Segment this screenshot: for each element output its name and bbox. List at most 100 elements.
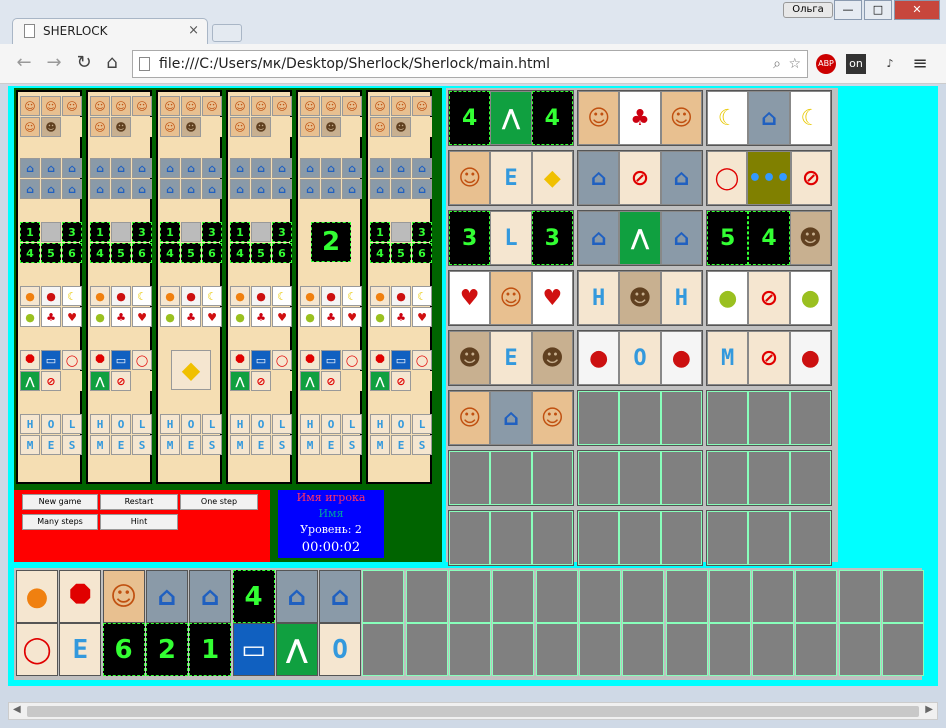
number-tile[interactable]: 6 <box>132 243 152 263</box>
number-tile[interactable]: 4 <box>370 243 390 263</box>
bus-sign-icon[interactable]: ▭ <box>111 350 131 370</box>
letter-tile[interactable]: O <box>321 414 341 434</box>
woman-icon[interactable]: ☺ <box>272 96 292 116</box>
empty-clue-slot[interactable] <box>706 510 832 566</box>
house-icon[interactable]: ⌂ <box>90 179 110 199</box>
restart-button[interactable]: Restart <box>100 494 178 510</box>
letter-tile[interactable]: E <box>111 435 131 455</box>
pear-icon[interactable]: ● <box>230 307 250 327</box>
house-icon[interactable]: ⌂ <box>132 179 152 199</box>
woman-icon[interactable]: ☺ <box>90 117 110 137</box>
man-icon[interactable]: ☻ <box>181 117 201 137</box>
cherry-icon[interactable]: ♣ <box>251 307 271 327</box>
house-icon[interactable]: ⌂ <box>41 158 61 178</box>
house-icon[interactable]: ⌂ <box>111 158 131 178</box>
number-tile[interactable]: 3 <box>272 222 292 242</box>
banana-icon[interactable]: ☾ <box>62 286 82 306</box>
letter-tile[interactable]: L <box>132 414 152 434</box>
empty-vertical-slot[interactable] <box>622 570 665 678</box>
letter-tile[interactable]: E <box>321 435 341 455</box>
orange-icon[interactable]: ● <box>300 286 320 306</box>
no-parking-icon[interactable]: ⊘ <box>391 371 411 391</box>
reload-button[interactable]: ↻ <box>72 52 96 73</box>
back-button[interactable]: ← <box>12 52 36 73</box>
empty-vertical-slot[interactable] <box>405 570 448 678</box>
clue-card[interactable]: 4 ⋀ 4 <box>448 90 574 146</box>
woman-icon[interactable]: ☺ <box>132 96 152 116</box>
strawberry-icon[interactable]: ♥ <box>412 307 432 327</box>
woman-icon[interactable]: ☺ <box>391 96 411 116</box>
cherry-icon[interactable]: ♣ <box>321 307 341 327</box>
house-icon[interactable]: ⌂ <box>342 179 362 199</box>
letter-tile[interactable]: M <box>90 435 110 455</box>
house-icon[interactable]: ⌂ <box>272 158 292 178</box>
letter-tile[interactable]: L <box>202 414 222 434</box>
letter-tile[interactable]: H <box>230 414 250 434</box>
number-tile[interactable]: 6 <box>62 243 82 263</box>
clue-card[interactable]: ⌂ ⋀ ⌂ <box>577 210 703 266</box>
clue-card[interactable]: ☺ E ◆ <box>448 150 574 206</box>
empty-cell[interactable] <box>251 222 271 242</box>
house-icon[interactable]: ⌂ <box>20 179 40 199</box>
address-bar[interactable]: file:///C:/Users/мк/Desktop/Sherlock/She… <box>132 50 808 78</box>
pear-icon[interactable]: ● <box>160 307 180 327</box>
orange-icon[interactable]: ● <box>90 286 110 306</box>
letter-tile[interactable]: M <box>300 435 320 455</box>
woman-icon[interactable]: ☺ <box>160 96 180 116</box>
number-tile[interactable]: 4 <box>90 243 110 263</box>
letter-tile[interactable]: M <box>20 435 40 455</box>
board-column[interactable]: ☺ ☺ ☺ ☺ ☻ ⌂ ⌂ ⌂ ⌂ ⌂ ⌂ 2 ● ● ☾ ● ♣ ♥ ⯃ ▭ ◯ ⋀ ⊘ H O L M E S <box>296 90 362 484</box>
empty-clue-slot[interactable] <box>706 450 832 506</box>
scroll-thumb[interactable] <box>27 706 919 717</box>
strawberry-icon[interactable]: ♥ <box>272 307 292 327</box>
woman-icon[interactable]: ☺ <box>230 117 250 137</box>
house-icon[interactable]: ⌂ <box>160 158 180 178</box>
house-icon[interactable]: ⌂ <box>111 179 131 199</box>
vertical-clue[interactable]: ⌂ 1 <box>189 570 232 678</box>
stop-sign-icon[interactable]: ⯃ <box>230 350 250 370</box>
music-icon[interactable]: ♪ <box>880 54 900 74</box>
road-icon[interactable]: ⋀ <box>370 371 390 391</box>
tab-sherlock[interactable]: SHERLOCK × <box>12 18 208 44</box>
number-tile[interactable]: 3 <box>62 222 82 242</box>
house-icon[interactable]: ⌂ <box>62 158 82 178</box>
vertical-clue[interactable]: ● ◯ <box>16 570 58 678</box>
strawberry-icon[interactable]: ♥ <box>202 307 222 327</box>
number-tile[interactable]: 1 <box>20 222 40 242</box>
board-column[interactable]: ☺ ☺ ☺ ☺ ☻ ⌂ ⌂ ⌂ ⌂ ⌂ ⌂ 1 3 4 5 6 ● ● ☾ ● ♣ ♥ ⯃ ▭ ◯ ⋀ ⊘ H O L M E S <box>16 90 82 484</box>
house-icon[interactable]: ⌂ <box>342 158 362 178</box>
apple-icon[interactable]: ● <box>251 286 271 306</box>
letter-tile[interactable]: E <box>391 435 411 455</box>
one-step-button[interactable]: One step <box>180 494 258 510</box>
vertical-clue[interactable]: ☺ 6 <box>102 570 145 678</box>
house-icon[interactable]: ⌂ <box>132 158 152 178</box>
clue-card[interactable]: ● ⊘ ● <box>706 270 832 326</box>
user-profile-button[interactable]: Ольга <box>783 2 833 18</box>
letter-tile[interactable]: E <box>181 435 201 455</box>
letter-tile[interactable]: H <box>160 414 180 434</box>
pear-icon[interactable]: ● <box>20 307 40 327</box>
woman-icon[interactable]: ☺ <box>181 96 201 116</box>
letter-tile[interactable]: M <box>160 435 180 455</box>
letter-tile[interactable]: O <box>111 414 131 434</box>
house-icon[interactable]: ⌂ <box>321 158 341 178</box>
letter-tile[interactable]: O <box>181 414 201 434</box>
no-parking-icon[interactable]: ⊘ <box>251 371 271 391</box>
number-tile[interactable]: 4 <box>230 243 250 263</box>
letter-tile[interactable]: H <box>20 414 40 434</box>
empty-clue-slot[interactable] <box>577 450 703 506</box>
woman-icon[interactable]: ☺ <box>90 96 110 116</box>
hint-button[interactable]: Hint <box>100 514 178 530</box>
house-icon[interactable]: ⌂ <box>20 158 40 178</box>
man-icon[interactable]: ☻ <box>321 117 341 137</box>
pear-icon[interactable]: ● <box>370 307 390 327</box>
empty-clue-slot[interactable] <box>577 510 703 566</box>
stop-sign-icon[interactable]: ⯃ <box>20 350 40 370</box>
vertical-clue[interactable]: 4 ▭ <box>232 570 275 678</box>
number-tile[interactable]: 2 <box>311 222 351 262</box>
number-tile[interactable]: 6 <box>272 243 292 263</box>
letter-tile[interactable]: L <box>412 414 432 434</box>
empty-clue-slot[interactable] <box>706 390 832 446</box>
letter-tile[interactable]: L <box>62 414 82 434</box>
no-parking-icon[interactable]: ⊘ <box>321 371 341 391</box>
